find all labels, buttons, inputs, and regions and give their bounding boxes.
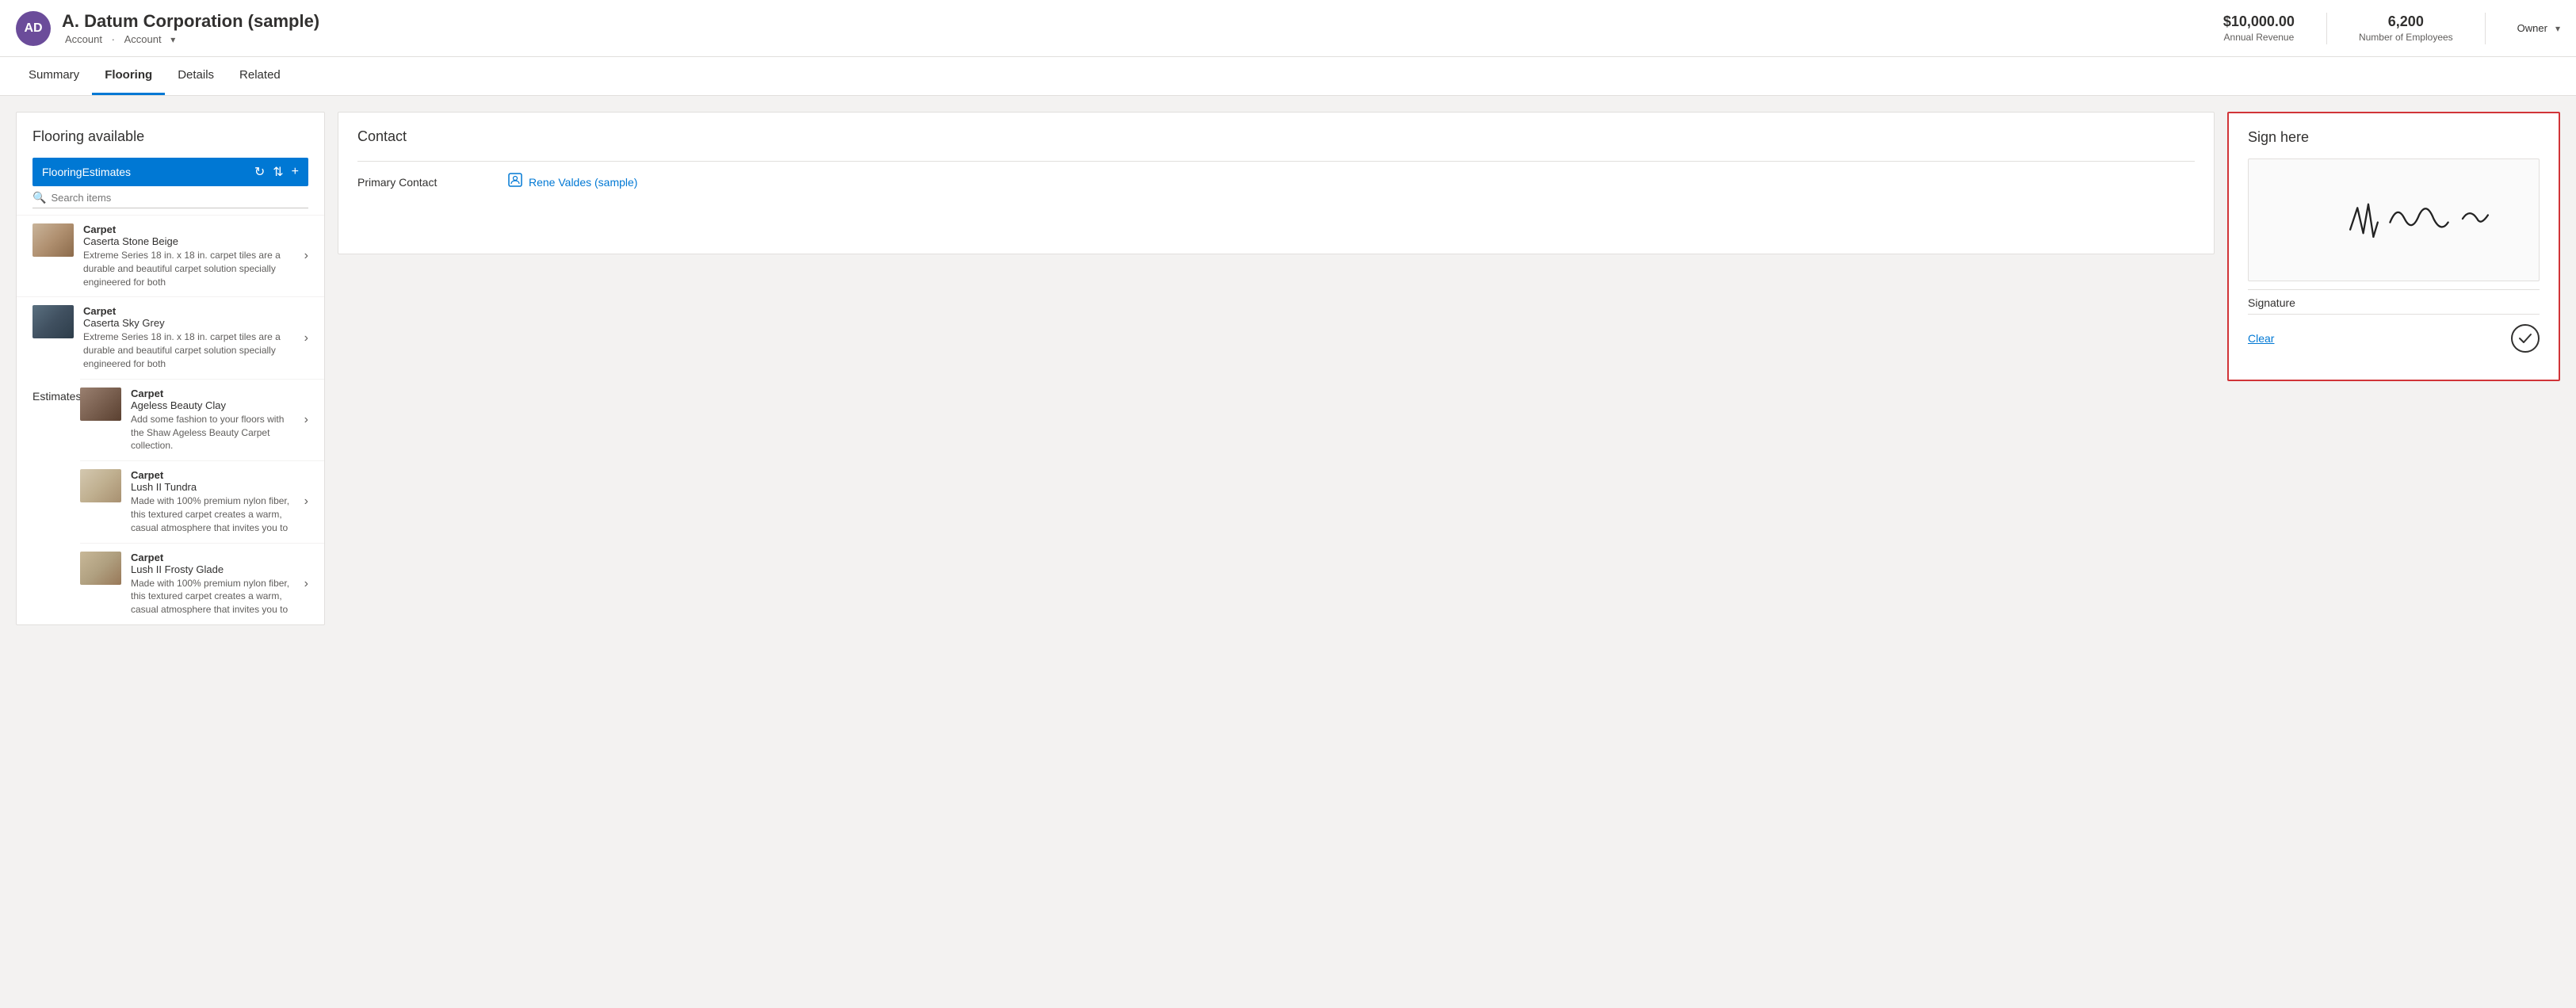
carpet-thumbnail — [32, 223, 74, 257]
carpet-info: Carpet Caserta Stone Beige Extreme Serie… — [83, 223, 295, 288]
contact-panel: Contact Primary Contact Rene Valdes (sam… — [338, 112, 2215, 254]
employees-stat: 6,200 Number of Employees — [2359, 13, 2453, 43]
primary-contact-label: Primary Contact — [357, 176, 484, 189]
list-item[interactable]: Carpet Lush II Frosty Glade Made with 10… — [80, 543, 324, 624]
sign-actions: Clear — [2248, 314, 2540, 356]
carpet-thumbnail — [80, 552, 121, 585]
estimates-items: Carpet Ageless Beauty Clay Add some fash… — [80, 379, 324, 624]
flooring-title: Flooring available — [17, 128, 324, 158]
header-divider — [2326, 13, 2327, 44]
carpet-thumbnail — [80, 469, 121, 502]
carpet-name: Caserta Sky Grey — [83, 317, 295, 329]
carpet-desc: Made with 100% premium nylon fiber, this… — [131, 494, 295, 534]
item-chevron-icon: › — [304, 331, 308, 346]
carpet-thumbnail — [80, 388, 121, 421]
flooring-panel: Flooring available FlooringEstimates ↻ ⇅… — [16, 112, 325, 625]
estimates-label: Estimates — [17, 379, 80, 403]
breadcrumb: Account · Account ▾ — [62, 33, 319, 45]
breadcrumb-chevron-icon[interactable]: ▾ — [170, 34, 175, 45]
carpet-info: Carpet Ageless Beauty Clay Add some fash… — [131, 388, 295, 452]
header-divider2 — [2485, 13, 2486, 44]
signature-label: Signature — [2248, 289, 2540, 314]
page-title: A. Datum Corporation (sample) — [62, 11, 319, 32]
flooring-body: Carpet Caserta Stone Beige Extreme Serie… — [17, 215, 324, 624]
add-icon[interactable]: + — [292, 165, 299, 179]
breadcrumb-account2[interactable]: Account — [124, 33, 162, 45]
primary-contact-name[interactable]: Rene Valdes (sample) — [529, 176, 637, 189]
annual-revenue-stat: $10,000.00 Annual Revenue — [2223, 13, 2295, 43]
carpet-info: Carpet Lush II Frosty Glade Made with 10… — [131, 552, 295, 617]
clear-button[interactable]: Clear — [2248, 332, 2274, 345]
tab-related[interactable]: Related — [227, 57, 293, 95]
list-item[interactable]: Carpet Caserta Sky Grey Extreme Series 1… — [17, 296, 324, 378]
item-chevron-icon: › — [304, 413, 308, 427]
carpet-desc: Extreme Series 18 in. x 18 in. carpet ti… — [83, 249, 295, 288]
employees-label: Number of Employees — [2359, 32, 2453, 43]
item-chevron-icon: › — [304, 494, 308, 509]
avatar: AD — [16, 11, 51, 46]
list-item[interactable]: Carpet Lush II Tundra Made with 100% pre… — [80, 460, 324, 542]
breadcrumb-account[interactable]: Account — [65, 33, 102, 45]
main-content: Flooring available FlooringEstimates ↻ ⇅… — [0, 96, 2576, 641]
header-stats: $10,000.00 Annual Revenue 6,200 Number o… — [2223, 13, 2560, 44]
owner-field: Owner ▾ — [2517, 22, 2560, 34]
carpet-name: Caserta Stone Beige — [83, 235, 295, 247]
carpet-thumbnail — [32, 305, 74, 338]
carpet-type: Carpet — [83, 305, 295, 317]
confirm-button[interactable] — [2511, 324, 2540, 353]
annual-revenue-label: Annual Revenue — [2223, 32, 2295, 43]
carpet-info: Carpet Caserta Sky Grey Extreme Series 1… — [83, 305, 295, 370]
contact-row: Primary Contact Rene Valdes (sample) — [357, 161, 2195, 202]
search-bar: 🔍 — [32, 191, 308, 208]
carpet-desc: Add some fashion to your floors with the… — [131, 413, 295, 452]
carpet-info: Carpet Lush II Tundra Made with 100% pre… — [131, 469, 295, 534]
list-item[interactable]: Carpet Ageless Beauty Clay Add some fash… — [80, 379, 324, 460]
carpet-name: Lush II Tundra — [131, 481, 295, 493]
item-chevron-icon: › — [304, 577, 308, 591]
tab-summary[interactable]: Summary — [16, 57, 92, 95]
header: AD A. Datum Corporation (sample) Account… — [0, 0, 2576, 57]
checkmark-icon — [2517, 330, 2534, 347]
signature-area[interactable] — [2248, 158, 2540, 281]
search-input[interactable] — [51, 192, 308, 204]
tab-details[interactable]: Details — [165, 57, 227, 95]
primary-contact-value[interactable]: Rene Valdes (sample) — [508, 173, 637, 191]
carpet-type: Carpet — [83, 223, 295, 235]
flooring-subheader-bar: FlooringEstimates ↻ ⇅ + — [32, 158, 308, 186]
search-icon: 🔍 — [32, 191, 46, 204]
employees-value: 6,200 — [2359, 13, 2453, 30]
carpet-type: Carpet — [131, 552, 295, 563]
refresh-icon[interactable]: ↻ — [254, 164, 265, 180]
sign-title: Sign here — [2248, 129, 2540, 146]
contact-person-icon — [508, 173, 522, 191]
annual-revenue-value: $10,000.00 — [2223, 13, 2295, 30]
filter-icon[interactable]: ⇅ — [273, 164, 283, 180]
carpet-name: Lush II Frosty Glade — [131, 563, 295, 575]
carpet-type: Carpet — [131, 388, 295, 399]
list-item[interactable]: Carpet Caserta Stone Beige Extreme Serie… — [17, 215, 324, 296]
signature-svg — [2249, 159, 2539, 278]
tab-flooring[interactable]: Flooring — [92, 57, 165, 95]
carpet-desc: Made with 100% premium nylon fiber, this… — [131, 577, 295, 617]
flooring-items-list: Carpet Caserta Stone Beige Extreme Serie… — [17, 215, 324, 624]
owner-label: Owner — [2517, 22, 2547, 34]
owner-chevron-icon[interactable]: ▾ — [2555, 23, 2560, 34]
carpet-type: Carpet — [131, 469, 295, 481]
item-chevron-icon: › — [304, 249, 308, 263]
estimates-section: Estimates Carpet Ageless Beauty Clay Add… — [17, 379, 324, 624]
nav-tabs: Summary Flooring Details Related — [0, 57, 2576, 96]
carpet-name: Ageless Beauty Clay — [131, 399, 295, 411]
subheader-bar-label: FlooringEstimates — [42, 166, 247, 178]
sign-panel: Sign here Signature Clear — [2227, 112, 2560, 381]
carpet-desc: Extreme Series 18 in. x 18 in. carpet ti… — [83, 330, 295, 370]
header-title: A. Datum Corporation (sample) Account · … — [62, 11, 319, 45]
contact-title: Contact — [357, 128, 2195, 145]
